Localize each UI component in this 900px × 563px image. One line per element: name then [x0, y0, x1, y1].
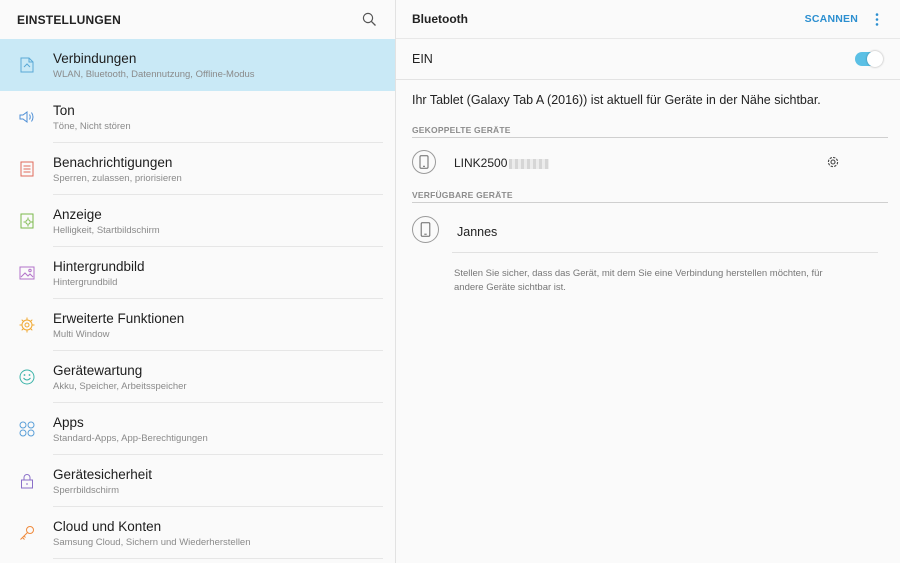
menu-item-subtitle: Helligkeit, Startbildschirm: [53, 225, 160, 236]
menu-item-title: Gerätesicherheit: [53, 467, 153, 482]
menu-item-subtitle: Hintergrundbild: [53, 277, 118, 288]
bluetooth-pane: Bluetooth SCANNEN EIN Ihr Tablet (Galaxy…: [396, 0, 900, 563]
device-name: LINK2500: [454, 156, 508, 170]
bluetooth-header: Bluetooth SCANNEN: [396, 0, 900, 39]
divider: [53, 558, 383, 559]
menu-item-subtitle: Standard-Apps, App-Berechtigungen: [53, 433, 208, 444]
menu-item-cloud-und-konten[interactable]: Cloud und Konten Samsung Cloud, Sichern …: [0, 507, 395, 559]
menu-item-geraetesicherheit[interactable]: Gerätesicherheit Sperrbildschirm: [0, 455, 395, 507]
device-maintenance-icon: [17, 367, 37, 387]
tablet-icon: [412, 150, 436, 174]
menu-item-subtitle: Töne, Nicht stören: [53, 121, 131, 132]
menu-item-subtitle: Sperrbildschirm: [53, 485, 119, 496]
menu-item-subtitle: Akku, Speicher, Arbeitsspeicher: [53, 381, 187, 392]
sidebar-header: EINSTELLUNGEN: [0, 0, 395, 39]
paired-devices-header: GEKOPPELTE GERÄTE: [412, 125, 511, 135]
page-title: Bluetooth: [412, 12, 468, 26]
toggle-knob: [867, 51, 883, 67]
menu-item-subtitle: Samsung Cloud, Sichern und Wiederherstel…: [53, 537, 251, 548]
search-icon[interactable]: [359, 10, 379, 30]
menu-item-subtitle: Multi Window: [53, 329, 110, 340]
device-name: Jannes: [457, 225, 498, 239]
bluetooth-toggle[interactable]: [855, 51, 883, 67]
menu-item-title: Verbindungen: [53, 51, 137, 66]
menu-item-title: Benachrichtigungen: [53, 155, 173, 170]
menu-item-title: Hintergrundbild: [53, 259, 145, 274]
menu-item-title: Apps: [53, 415, 84, 430]
menu-item-ton[interactable]: Ton Töne, Nicht stören: [0, 91, 395, 143]
available-device-item[interactable]: Jannes: [396, 203, 900, 253]
switch-label: EIN: [412, 52, 433, 66]
advanced-features-icon: [17, 315, 37, 335]
menu-item-title: Gerätewartung: [53, 363, 143, 378]
menu-item-erweiterte-funktionen[interactable]: Erweiterte Funktionen Multi Window: [0, 299, 395, 351]
available-devices-header: VERFÜGBARE GERÄTE: [412, 190, 513, 200]
scan-button[interactable]: SCANNEN: [805, 13, 858, 25]
menu-item-title: Cloud und Konten: [53, 519, 162, 534]
bluetooth-switch-row[interactable]: EIN: [396, 39, 900, 80]
paired-device-item[interactable]: LINK2500: [396, 138, 900, 188]
menu-item-verbindungen[interactable]: Verbindungen WLAN, Bluetooth, Datennutzu…: [0, 39, 395, 91]
divider: [452, 252, 878, 253]
visibility-message: Ihr Tablet (Galaxy Tab A (2016)) ist akt…: [412, 93, 821, 107]
tablet-icon: [412, 216, 439, 243]
menu-item-apps[interactable]: Apps Standard-Apps, App-Berechtigungen: [0, 403, 395, 455]
menu-item-geraetewartung[interactable]: Gerätewartung Akku, Speicher, Arbeitsspe…: [0, 351, 395, 403]
menu-item-subtitle: WLAN, Bluetooth, Datennutzung, Offline-M…: [53, 69, 255, 80]
menu-item-hintergrundbild[interactable]: Hintergrundbild Hintergrundbild: [0, 247, 395, 299]
menu-item-title: Anzeige: [53, 207, 102, 222]
apps-icon: [17, 419, 37, 439]
menu-item-subtitle: Sperren, zulassen, priorisieren: [53, 173, 182, 184]
sound-icon: [17, 107, 37, 127]
wallpaper-icon: [17, 263, 37, 283]
gear-icon[interactable]: [826, 155, 840, 169]
lock-icon: [17, 471, 37, 491]
visibility-hint: Stellen Sie sicher, dass das Gerät, mit …: [454, 268, 823, 293]
display-icon: [17, 211, 37, 231]
menu-item-title: Erweiterte Funktionen: [53, 311, 185, 326]
settings-sidebar: EINSTELLUNGEN Verbindungen WLAN, Bluetoo…: [0, 0, 395, 563]
menu-item-title: Ton: [53, 103, 75, 118]
key-icon: [17, 523, 37, 543]
redacted-suffix: [509, 159, 549, 169]
notifications-icon: [17, 159, 37, 179]
menu-item-benachrichtigungen[interactable]: Benachrichtigungen Sperren, zulassen, pr…: [0, 143, 395, 195]
menu-item-anzeige[interactable]: Anzeige Helligkeit, Startbildschirm: [0, 195, 395, 247]
connections-icon: [17, 55, 37, 75]
sidebar-title: EINSTELLUNGEN: [17, 12, 121, 27]
more-vert-icon[interactable]: [870, 12, 884, 26]
